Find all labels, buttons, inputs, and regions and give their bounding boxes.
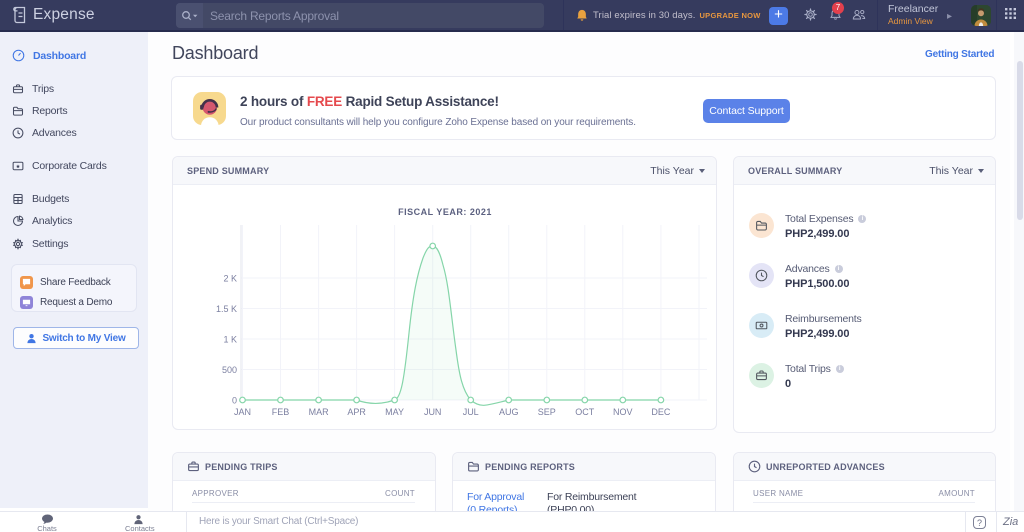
svg-text:DEC: DEC <box>651 407 671 417</box>
svg-text:1.5 K: 1.5 K <box>216 304 237 314</box>
svg-text:MAY: MAY <box>385 407 404 417</box>
svg-text:FEB: FEB <box>272 407 290 417</box>
svg-text:JAN: JAN <box>234 407 251 417</box>
svg-text:0: 0 <box>232 396 237 406</box>
svg-text:NOV: NOV <box>613 407 633 417</box>
svg-text:2 K: 2 K <box>223 274 237 284</box>
svg-text:APR: APR <box>347 407 366 417</box>
svg-text:500: 500 <box>222 365 237 375</box>
svg-text:JUN: JUN <box>424 407 442 417</box>
svg-text:AUG: AUG <box>499 407 519 417</box>
svg-text:FISCAL YEAR: 2021: FISCAL YEAR: 2021 <box>398 207 492 217</box>
svg-text:JUL: JUL <box>463 407 479 417</box>
svg-text:OCT: OCT <box>575 407 595 417</box>
svg-text:SEP: SEP <box>538 407 556 417</box>
svg-text:MAR: MAR <box>309 407 330 417</box>
svg-text:1 K: 1 K <box>223 335 237 345</box>
